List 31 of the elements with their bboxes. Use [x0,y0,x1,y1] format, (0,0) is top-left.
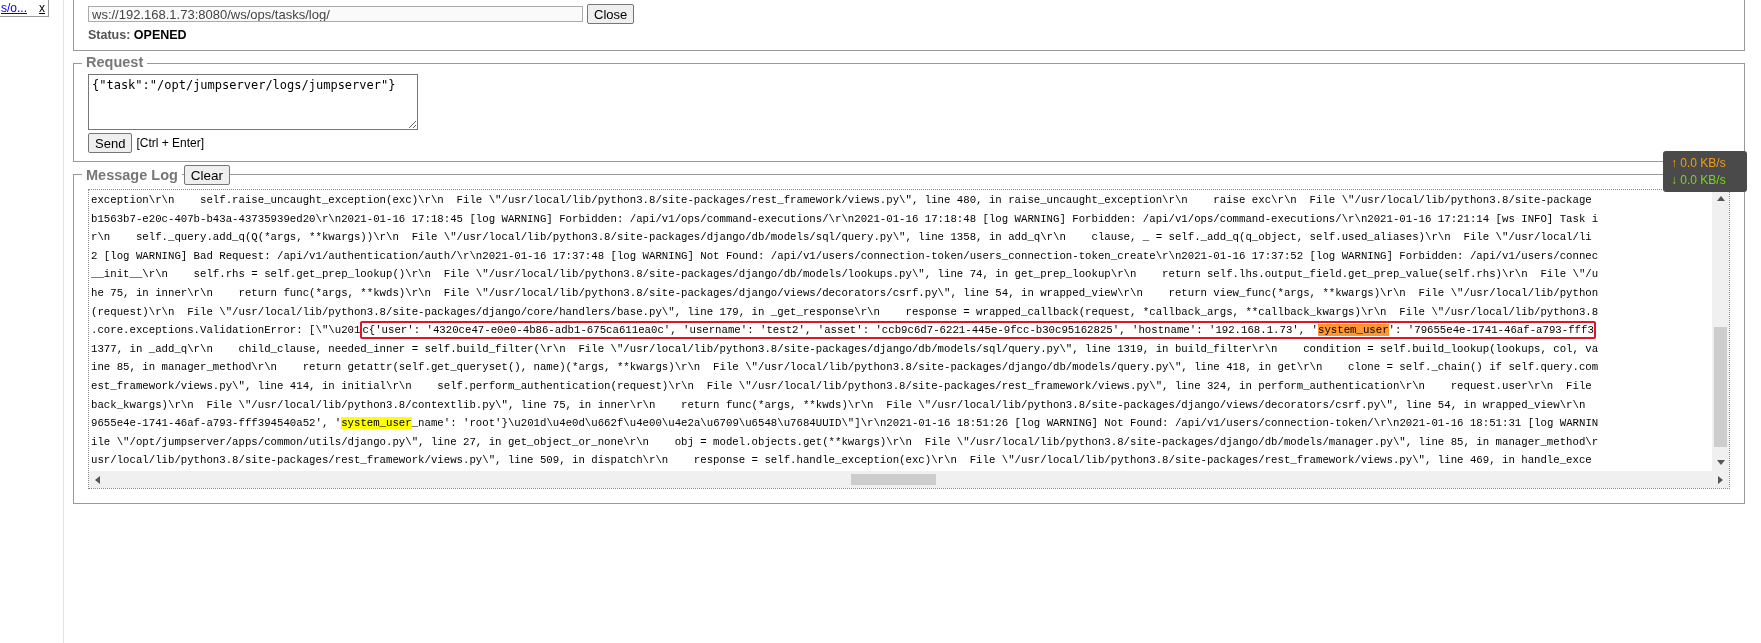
log-line: (request)\r\n File \"/usr/local/lib/python3.8/site-packages/django/core/handlers/base.py\", line 179, in _get_response\r\n response = wrapped_callback(request, *callback_args, **callback_kwargs)\r\n File \"/usr/local/lib/python3.8 [91,304,1600,320]
log-line: est_framework/views.py\", line 414, in initial\r\n self.perform_authentication(request)\r\n File \"/usr/local/lib/python3.8/site-packages/rest_framework/views.py\", line 324, in perform_authentication\r\n request.user\r\n File [91,378,1593,394]
close-link[interactable]: x [39,1,45,15]
log-line: back_kwargs)\r\n File \"/usr/local/lib/python3.8/contextlib.py\", line 75, in inner\r\n return func(*args, **kwds)\r\n File \"/usr/local/lib/python3.8/site-packages/django/views/decorators/csrf.py\", line 54, in wrapped_view\r\n [91,397,1587,413]
send-button[interactable]: Send [88,133,133,153]
panel-legend: Message Log [82,167,182,183]
shortcut-hint: [Ctrl + Enter] [136,136,205,150]
log-line: usr/local/lib/python3.8/site-packages/rest_framework/views.py\", line 509, in dispatch\r\n response = self.handle_exception(exc)\r\n File \"/usr/local/lib/python3.8/site-packages/rest_framework/views.py\", line 469, in handle_exce [91,453,1593,469]
status-text: Status: OPENED [88,28,188,42]
horizontal-scrollbar[interactable] [89,471,1729,488]
log-line: ile \"/opt/jumpserver/apps/common/utils/django.py\", line 27, in get_object_or_none\r\n obj = model.objects.get(**kwargs)\r\n File \"/usr/local/lib/python3.8/site-packages/django/db/models/manager.py\", line 85, in manager_method\r [91,434,1600,450]
sidebar-link[interactable]: s/o... [1,1,27,15]
log-line: ine 85, in manager_method\r\n return getattr(self.get_queryset(), name)(*args, **kwargs)\r\n File \"/usr/local/lib/python3.8/site-packages/django/db/models/query.py\", line 418, in get\r\n clone = self._chain() if self.query.com [91,360,1600,376]
log-line: 1377, in _add_q\r\n child_clause, needed_inner = self.build_filter(\r\n File \"/usr/local/lib/python3.8/site-packages/django/db/models/sql/query.py\", line 1319, in build_filter\r\n condition = self.build_lookup(lookups, col, va [91,341,1600,357]
close-button[interactable]: Close [587,4,635,24]
clear-button[interactable]: Clear [183,165,231,185]
request-field[interactable]: {"task":"/opt/jumpserver/logs/jumpserver"} [88,74,418,130]
scroll-thumb[interactable] [851,474,936,485]
panel-legend: Request [82,54,148,70]
download-speed: ↓ 0.0 KB/s [1671,173,1727,187]
vertical-scrollbar[interactable] [1712,190,1729,471]
log-line: 9655e4e-1741-46af-a793-fff394540a52', 'system_user_name': 'root'}\u201d\u4e0d\u662f\u4e00\u4e2a\u6709\u6548\u7684UUID\"]\r\n2021-01-16 18:51:26 [log WARNING] Not Found: /api/v1/users/connection-token/\r\n2021-01-16 18:51:31 [log WARNIN [91,416,1600,432]
log-line: __init__\r\n self.rhs = self.get_prep_lookup()\r\n File \"/usr/local/lib/python3.8/site-packages/django/db/models/lookups.py\", line 74, in get_prep_lookup\r\n return self.lhs.output_field.get_prep_value(self.rhs)\r\n File \"/u [91,267,1600,283]
url-field[interactable]: ws://192.168.1.73:8080/ws/ops/tasks/log/ [88,6,583,22]
scroll-thumb[interactable] [1714,327,1727,447]
log-line: 2 [log WARNING] Bad Request: /api/v1/authentication/auth/\r\n2021-01-16 17:37:48 [log WARNING] Not Found: /api/v1/users/connection-token/users_connection-token_create\r\n2021-01-16 17:37:52 [log WARNING] Forbidden: /api/v1/users/connec [91,248,1600,264]
upload-speed: ↑ 0.0 KB/s [1671,156,1727,170]
log-line: exception\r\n self.raise_uncaught_exception(exc)\r\n File \"/usr/local/lib/python3.8/site-packages/rest_framework/views.py\", line 480, in raise_uncaught_exception\r\n raise exc\r\n File \"/usr/local/lib/python3.8/site-package [91,193,1593,208]
log-line: he 75, in inner\r\n return func(*args, **kwds)\r\n File \"/usr/local/lib/python3.8/site-packages/django/views/decorators/csrf.py\", line 54, in wrapped_view\r\n return view_func(*args, **kwargs)\r\n File \"/usr/local/lib/python [91,285,1600,301]
log-line: b1563b7-e20c-407b-b43a-43735939ed20\r\n2021-01-16 17:18:45 [log WARNING] Forbidden: /api/v1/ops/command-executions/\r\n2021-01-16 17:18:48 [log WARNING] Forbidden: /api/v1/ops/command-executions/\r\n2021-01-16 17:21:14 [ws INFO] Task i [91,211,1600,227]
log-line: r\n self._query.add_q(Q(*args, **kwargs))\r\n File \"/usr/local/lib/python3.8/site-packages/django/db/models/sql/query.py\", line 1358, in add_q\r\n clause, _ = self._add_q(q_object, self.used_aliases)\r\n File \"/usr/local/li [91,230,1593,246]
